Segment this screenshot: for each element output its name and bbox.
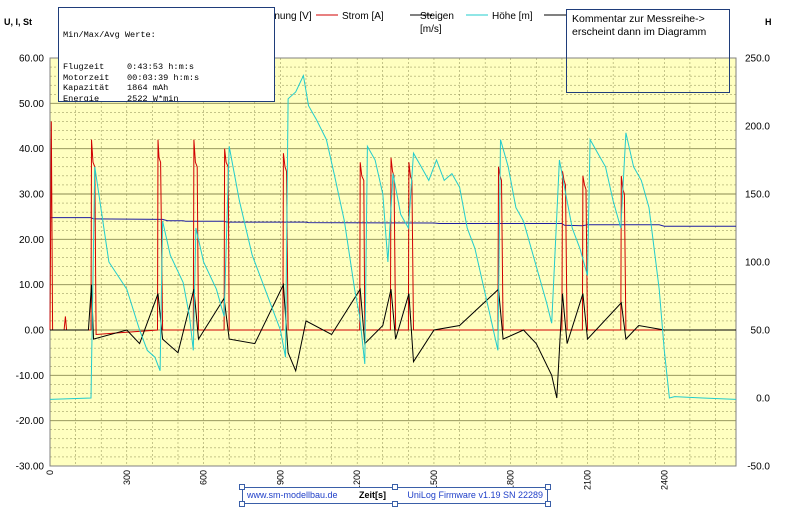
legend-label: Strom [A] [342, 11, 384, 22]
right-axis-label: H [765, 17, 772, 27]
stats-label: Kapazität [63, 83, 110, 94]
stats-row: Kapazität 1864 mAh [63, 83, 270, 94]
comment-line-2: erscheint dann im Diagramm [572, 26, 707, 38]
x-tick-label: 2100 [583, 470, 593, 490]
x-tick-label: 300 [122, 470, 132, 485]
y-left-tick-label: 60.00 [19, 54, 44, 65]
y-right-tick-label: 250.0 [745, 54, 770, 65]
x-tick-label: 0 [45, 470, 55, 475]
right-axis: -50.0 0.0 50.0 100.0 150.0 200.0 250.0 [745, 54, 770, 473]
x-tick-label: 900 [275, 470, 285, 485]
stats-rows: Flugzeit 0:43:53 h:m:s Motorzeit 00:03:39 h… [63, 62, 270, 102]
legend: Spannung [V] Strom [A] Steigen[m/s]Höhe [m… [225, 11, 566, 35]
y-right-tick-label: 150.0 [745, 190, 770, 201]
comment-line-1: Kommentar zur Messreihe-> [572, 13, 705, 25]
y-left-tick-label: -10.00 [16, 371, 45, 382]
stats-row: Flugzeit 0:43:53 h:m:s [63, 62, 270, 73]
y-left-tick-label: 30.00 [19, 190, 44, 201]
stats-header: Min/Max/Avg Werte: [63, 30, 156, 41]
x-axis-label: Zeit[s] [358, 490, 386, 500]
y-right-tick-label: -50.0 [747, 462, 770, 473]
legend-label: Höhe [m] [492, 11, 533, 22]
stats-box: Min/Max/Avg Werte: Flugzeit 0:43:53 h:m:s… [58, 7, 275, 102]
stats-row: Motorzeit 00:03:39 h:m:s [63, 73, 270, 84]
y-left-tick-label: 10.00 [19, 280, 44, 291]
plot-area [50, 58, 736, 466]
selection-handle[interactable] [545, 484, 551, 490]
x-tick-label: 2400 [659, 470, 669, 490]
stats-value: 00:03:39 h:m:s [127, 72, 200, 83]
x-tick-label: 600 [199, 470, 209, 485]
stats-label: Motorzeit [63, 72, 110, 83]
selection-handle[interactable] [392, 501, 398, 507]
y-left-tick-label: 40.00 [19, 144, 44, 155]
left-axis-label: U, I, St [4, 17, 32, 27]
y-left-tick-label: -20.00 [16, 416, 45, 427]
comment-box[interactable]: Kommentar zur Messreihe-> erscheint dann… [566, 9, 730, 93]
footer-site-link[interactable]: www.sm-modellbau.de [247, 488, 338, 503]
y-right-tick-label: 200.0 [745, 122, 770, 133]
stats-value: 1864 mAh [127, 83, 169, 94]
footer-firmware: UniLog Firmware v1.19 SN 22289 [407, 490, 543, 500]
stats-value: 2522 W*min [127, 93, 179, 102]
y-right-tick-label: 50.0 [751, 326, 771, 337]
legend-label: Steigen [420, 11, 454, 22]
legend-label: [m/s] [420, 24, 442, 35]
y-left-tick-label: 20.00 [19, 235, 44, 246]
y-right-tick-label: 100.0 [745, 258, 770, 269]
selection-handle[interactable] [239, 484, 245, 490]
y-left-tick-label: -30.00 [16, 462, 45, 473]
selection-handle[interactable] [239, 501, 245, 507]
selection-handle[interactable] [392, 484, 398, 490]
left-axis: -30.00 -20.00 -10.00 0.00 10.00 20.00 30.00 40.… [16, 54, 45, 473]
selection-handle[interactable] [545, 501, 551, 507]
y-left-tick-label: 50.00 [19, 99, 44, 110]
y-right-tick-label: 0.0 [756, 394, 770, 405]
y-left-tick-label: 0.00 [25, 326, 45, 337]
stats-value: 0:43:53 h:m:s [127, 61, 195, 72]
stats-label: Flugzeit [63, 61, 105, 72]
stats-label: Energie [63, 93, 100, 102]
stats-row: Energie 2522 W*min [63, 93, 270, 102]
